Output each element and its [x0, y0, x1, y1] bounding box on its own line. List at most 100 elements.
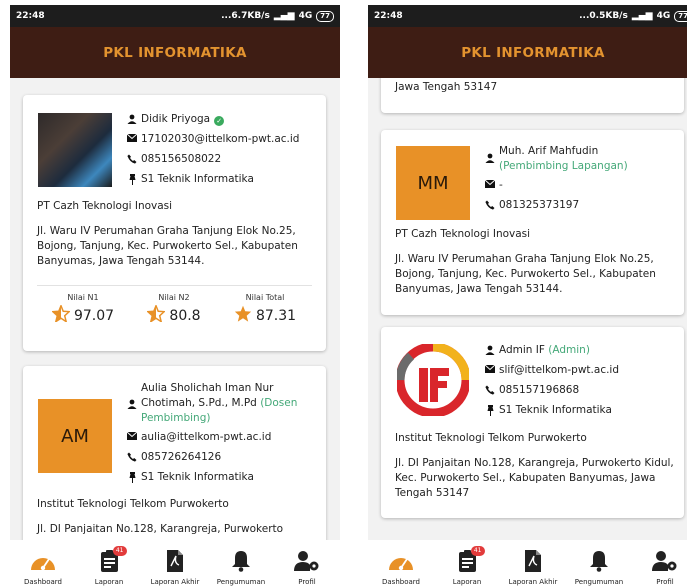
nav-pengumuman[interactable]: Pengumuman: [210, 548, 272, 586]
lecturer-major-row: S1 Teknik Informatika: [126, 470, 318, 484]
supervisor-email: -: [499, 179, 503, 191]
admin-phone-row: 085157196868: [484, 383, 676, 397]
status-time: 22:48: [16, 11, 45, 21]
bottom-nav: Dashboard 41 Laporan Laporan Akhir Pengu…: [368, 540, 687, 588]
phone-screen-left: 22:48 ...6.7KB/s ▂▄▆ 4G 77 PKL INFORMATI…: [10, 5, 340, 588]
supervisor-role: (Pembimbing Lapangan): [499, 160, 628, 172]
admin-major-row: S1 Teknik Informatika: [484, 403, 676, 417]
phone-icon: [484, 383, 496, 395]
nav-dashboard[interactable]: Dashboard: [370, 548, 432, 586]
pin-icon: [484, 403, 496, 416]
supervisor-phone-row: 081325373197: [484, 198, 676, 212]
lecturer-card[interactable]: AM Aulia Sholichah Iman Nur Chotimah, S.…: [23, 366, 326, 540]
previous-card-tail[interactable]: Jawa Tengah 53147: [381, 78, 684, 113]
admin-name: Admin IF: [499, 344, 545, 356]
score-n1-value: 97.07: [73, 307, 115, 324]
nav-profil[interactable]: Profil: [276, 548, 338, 586]
nav-dashboard-label: Dashboard: [24, 578, 62, 586]
nav-profil-label: Profil: [298, 578, 316, 586]
admin-major: S1 Teknik Informatika: [499, 404, 612, 416]
envelope-icon: [484, 363, 496, 373]
phone-screen-right: 22:48 ...0.5KB/s ▂▄▆ 4G 77 PKL INFORMATI…: [368, 5, 687, 588]
score-total-value: 87.31: [255, 307, 297, 324]
score-n1-label: Nilai N1: [67, 293, 99, 302]
nav-laporan-akhir[interactable]: Laporan Akhir: [502, 548, 564, 586]
star-icon: [234, 305, 252, 326]
admin-name-row: Admin IF (Admin): [484, 343, 676, 357]
lecturer-info: Aulia Sholichah Iman Nur Chotimah, S.Pd.…: [126, 381, 318, 490]
bell-icon: [589, 550, 609, 576]
supervisor-info: Muh. Arif Mahfudin (Pembimbing Lapangan) …: [484, 144, 676, 218]
battery-icon: 77: [316, 10, 334, 22]
person-icon: [126, 381, 138, 409]
lecturer-email: aulia@ittelkom-pwt.ac.id: [141, 431, 272, 443]
pdf-file-icon: [525, 550, 541, 576]
person-icon: [484, 343, 496, 355]
admin-email: slif@ittelkom-pwt.ac.id: [499, 364, 620, 376]
student-major: S1 Teknik Informatika: [141, 173, 254, 185]
company-address: Jl. Waru IV Perumahan Graha Tanjung Elok…: [37, 225, 298, 267]
nav-profil-label: Profil: [656, 578, 674, 586]
supervisor-name: Muh. Arif Mahfudin: [499, 145, 599, 157]
nav-laporan-akhir-label: Laporan Akhir: [150, 578, 200, 586]
phone-icon: [126, 152, 138, 164]
envelope-icon: [126, 430, 138, 440]
field-supervisor-card[interactable]: MM Muh. Arif Mahfudin (Pembimbing Lapanga…: [381, 130, 684, 315]
score-total-label: Nilai Total: [245, 293, 285, 302]
user-settings-icon: [652, 550, 678, 576]
student-name: Didik Priyoga: [141, 113, 211, 125]
content-list[interactable]: Didik Priyoga ✓ 17102030@ittelkom-pwt.ac.…: [10, 78, 340, 540]
supervisor-name-row: Muh. Arif Mahfudin (Pembimbing Lapangan): [484, 144, 676, 174]
admin-org: Institut Teknologi Telkom Purwokerto: [395, 432, 587, 444]
status-network: 4G: [656, 11, 671, 21]
lecturer-name-row: Aulia Sholichah Iman Nur Chotimah, S.Pd.…: [126, 381, 318, 426]
status-speed: ...0.5KB/s: [579, 11, 628, 21]
pdf-file-icon: [167, 550, 183, 576]
laporan-badge: 41: [112, 546, 127, 556]
lecturer-phone-row: 085726264126: [126, 450, 318, 464]
admin-role: (Admin): [548, 344, 590, 356]
student-major-row: S1 Teknik Informatika: [126, 172, 318, 186]
nav-laporan[interactable]: 41 Laporan: [436, 546, 498, 586]
status-time: 22:48: [374, 11, 403, 21]
user-settings-icon: [294, 550, 320, 576]
bell-icon: [231, 550, 251, 576]
student-card[interactable]: Didik Priyoga ✓ 17102030@ittelkom-pwt.ac.…: [23, 95, 326, 351]
supervisor-email-row: -: [484, 178, 676, 192]
score-n2: Nilai N2 80.8: [134, 293, 214, 326]
admin-info: Admin IF (Admin) slif@ittelkom-pwt.ac.id…: [484, 343, 676, 423]
student-phone: 085156508022: [141, 153, 222, 165]
admin-phone: 085157196868: [499, 384, 580, 396]
pin-icon: [126, 470, 138, 483]
lecturer-avatar: AM: [38, 399, 112, 473]
nav-laporan[interactable]: 41 Laporan: [78, 546, 140, 586]
content-list[interactable]: Jawa Tengah 53147 MM Muh. Arif Mahfudin (…: [368, 78, 687, 540]
dashboard-gauge-icon: [388, 551, 414, 575]
nav-laporan-akhir[interactable]: Laporan Akhir: [144, 548, 206, 586]
envelope-icon: [126, 132, 138, 142]
admin-address: Jl. DI Panjaitan No.128, Karangreja, Pur…: [395, 457, 674, 499]
score-n2-value: 80.8: [169, 307, 201, 324]
verified-check-icon: ✓: [214, 116, 225, 126]
nav-dashboard[interactable]: Dashboard: [12, 548, 74, 586]
person-icon: [484, 144, 496, 163]
app-title: PKL INFORMATIKA: [461, 44, 605, 61]
nav-profil[interactable]: Profil: [634, 548, 687, 586]
score-n1: Nilai N1 97.07: [43, 293, 123, 326]
laporan-badge: 41: [470, 546, 485, 556]
admin-email-row: slif@ittelkom-pwt.ac.id: [484, 363, 676, 377]
student-email-row: 17102030@ittelkom-pwt.ac.id: [126, 132, 318, 146]
dashboard-gauge-icon: [30, 551, 56, 575]
lecturer-email-row: aulia@ittelkom-pwt.ac.id: [126, 430, 318, 444]
lecturer-org: Institut Teknologi Telkom Purwokerto: [37, 498, 229, 510]
supervisor-company: PT Cazh Teknologi Inovasi: [395, 228, 531, 240]
pin-icon: [126, 172, 138, 185]
student-name-row: Didik Priyoga ✓: [126, 112, 318, 126]
supervisor-phone: 081325373197: [499, 199, 580, 211]
nav-pengumuman[interactable]: Pengumuman: [568, 548, 630, 586]
score-total: Nilai Total 87.31: [225, 293, 305, 326]
admin-card[interactable]: Admin IF (Admin) slif@ittelkom-pwt.ac.id…: [381, 327, 684, 518]
signal-icon: ▂▄▆: [631, 11, 653, 21]
status-network: 4G: [298, 11, 313, 21]
phone-icon: [484, 198, 496, 210]
